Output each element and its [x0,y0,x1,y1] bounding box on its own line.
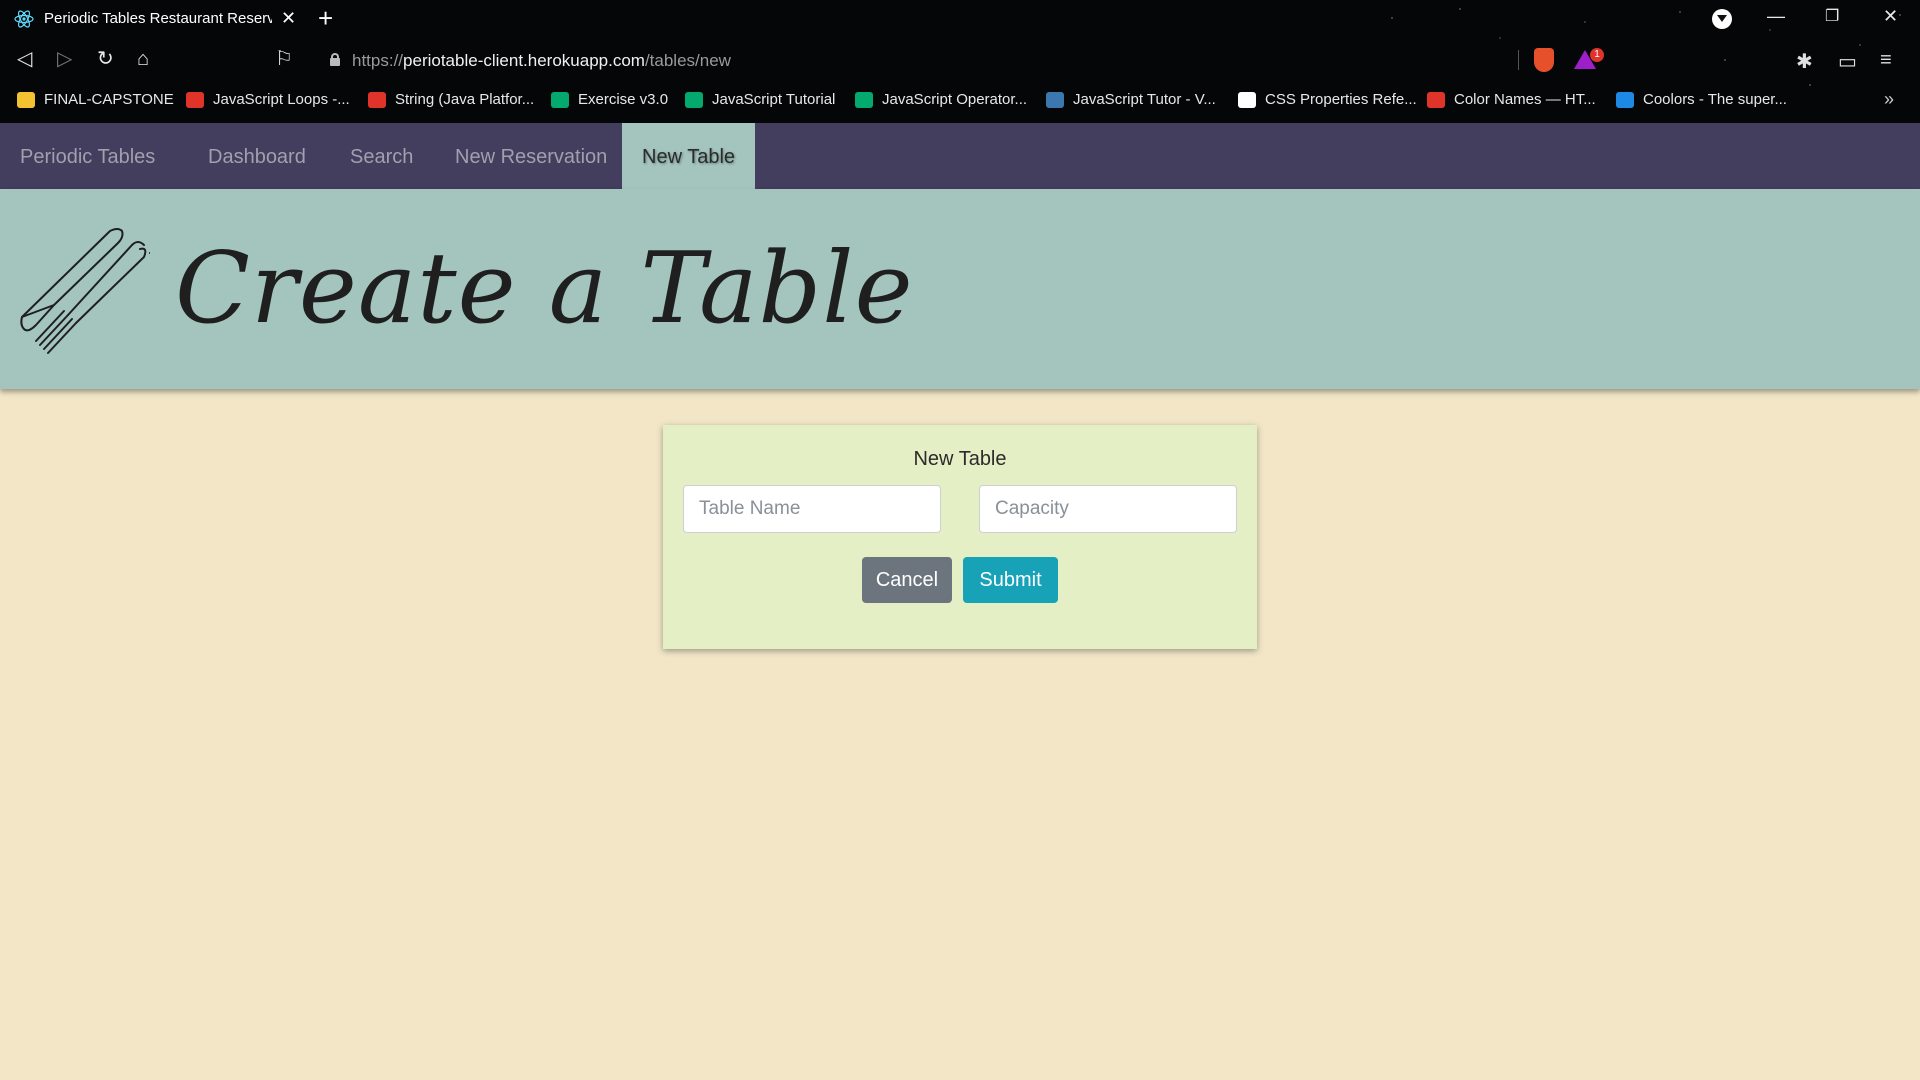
knife-and-fork-icon [20,228,150,354]
bookmark-label: JavaScript Tutor - V... [1073,91,1216,108]
bookmark-label: Exercise v3.0 [578,91,669,108]
menu-icon[interactable]: ≡ [1880,49,1892,72]
forward-icon[interactable]: ▷ [57,48,72,70]
folder-icon [17,91,35,108]
brave-shields-icon[interactable] [1534,48,1554,72]
bookmark-label: Coolors - The super... [1643,91,1787,108]
form-heading: New Table [913,448,1007,470]
bookmark-label: String (Java Platfor... [395,91,535,108]
bookmark-label: Color Names — HT... [1454,91,1596,108]
browser-chrome: Periodic Tables Restaurant Reserv ✕ + — … [0,0,1920,123]
favicon-icon [1238,91,1256,108]
cancel-button[interactable]: Cancel [862,557,952,603]
bookmark-item[interactable]: JavaScript Operator... [855,91,1027,108]
address-bar[interactable]: https://periotable-client.herokuapp.com/… [312,44,1608,77]
bookmark-label: JavaScript Operator... [882,91,1028,108]
nav-link-search[interactable]: Search [350,123,413,189]
nav-link-new-reservation[interactable]: New Reservation [455,123,607,189]
favicon-icon [368,91,386,108]
bookmark-label: FINAL-CAPSTONE [44,91,174,108]
extensions-icon[interactable]: ✱ [1796,49,1813,74]
nav-link-new-table[interactable]: New Table [622,123,756,189]
new-table-form-card: New Table Cancel Submit [663,425,1257,649]
download-icon[interactable] [1712,9,1732,29]
submit-button[interactable]: Submit [963,557,1058,603]
favicon-icon [186,91,204,108]
bookmark-label: CSS Properties Refe... [1265,91,1417,108]
tab-close-icon[interactable]: ✕ [281,9,296,27]
lock-icon [330,53,340,66]
bookmark-item[interactable]: Exercise v3.0 [551,91,668,108]
restore-icon[interactable]: ❐ [1825,6,1839,26]
browser-tab[interactable]: Periodic Tables Restaurant Reserv ✕ [0,0,305,37]
capacity-input[interactable] [979,485,1237,533]
rewards-badge: 1 [1590,48,1604,62]
tab-title: Periodic Tables Restaurant Reserv [44,10,272,27]
wallet-icon[interactable]: ▭ [1838,49,1857,74]
navbar-brand[interactable]: Periodic Tables [20,123,155,189]
bookmark-item[interactable]: CSS Properties Refe... [1238,91,1417,108]
bookmark-item[interactable]: Coolors - The super... [1616,91,1787,108]
url-text[interactable]: https://periotable-client.herokuapp.com/… [352,51,731,71]
bookmark-item[interactable]: FINAL-CAPSTONE [17,91,174,108]
bookmarks-overflow-icon[interactable]: » [1884,89,1894,110]
table-name-input[interactable] [683,485,941,533]
minimize-icon[interactable]: — [1767,6,1785,27]
bookmarks-bar: FINAL-CAPSTONE JavaScript Loops -... Strin… [0,86,1920,116]
home-icon[interactable]: ⌂ [137,48,149,70]
bookmark-icon[interactable]: ⚐ [275,48,293,70]
bookmark-item[interactable]: JavaScript Tutor - V... [1046,91,1216,108]
new-tab-icon[interactable]: + [318,4,333,32]
bookmark-item[interactable]: JavaScript Loops -... [186,91,350,108]
react-icon [14,9,34,28]
url-separator [1518,50,1519,70]
favicon-icon [551,91,569,108]
bookmark-label: JavaScript Loops -... [213,91,350,108]
page-header: Create a Table [0,189,1920,389]
app-navbar: Periodic Tables Dashboard Search New Res… [0,123,1920,189]
favicon-icon [855,91,873,108]
window-close-icon[interactable]: ✕ [1883,6,1898,27]
favicon-icon [1046,91,1064,108]
bookmark-item[interactable]: JavaScript Tutorial [685,91,835,108]
nav-link-dashboard[interactable]: Dashboard [208,123,306,189]
favicon-icon [1427,91,1445,108]
back-icon[interactable]: ◁ [17,48,32,70]
favicon-icon [1616,91,1634,108]
bookmark-item[interactable]: Color Names — HT... [1427,91,1596,108]
favicon-icon [685,91,703,108]
reload-icon[interactable]: ↻ [97,48,114,70]
page-title: Create a Table [175,232,914,346]
bookmark-label: JavaScript Tutorial [712,91,836,108]
bookmark-item[interactable]: String (Java Platfor... [368,91,534,108]
